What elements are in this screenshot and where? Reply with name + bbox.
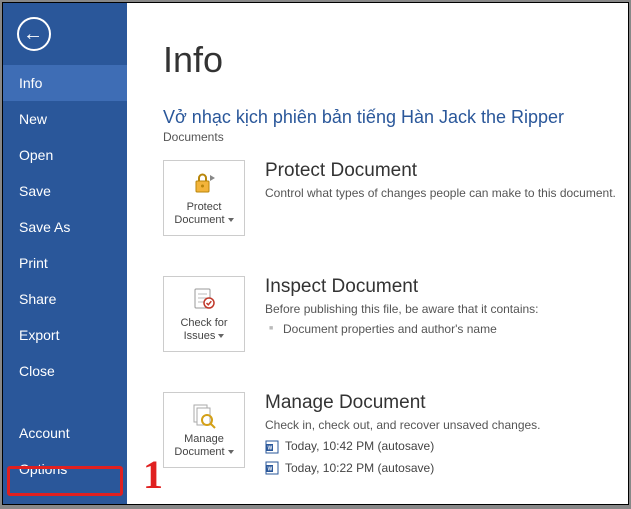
inspect-item: Document properties and author's name <box>265 320 539 339</box>
manage-document-tile[interactable]: Manage Document <box>163 392 245 468</box>
nav-info[interactable]: Info <box>3 65 127 101</box>
manage-desc: Check in, check out, and recover unsaved… <box>265 418 541 432</box>
protect-body: Protect Document Control what types of c… <box>265 160 616 236</box>
nav-spacer <box>3 389 127 415</box>
word-doc-icon: W <box>265 440 279 454</box>
checklist-icon <box>190 285 218 313</box>
svg-text:W: W <box>268 445 273 451</box>
protect-tile-label: Protect Document <box>164 201 244 227</box>
document-location: Documents <box>163 130 628 144</box>
protect-desc: Control what types of changes people can… <box>265 186 616 200</box>
nav-menu: Info New Open Save Save As Print Share E… <box>3 65 127 487</box>
manage-body: Manage Document Check in, check out, and… <box>265 392 541 479</box>
nav-close[interactable]: Close <box>3 353 127 389</box>
inspect-section: Check for Issues Inspect Document Before… <box>163 276 628 352</box>
nav-print[interactable]: Print <box>3 245 127 281</box>
nav-save-as[interactable]: Save As <box>3 209 127 245</box>
protect-section: Protect Document Protect Document Contro… <box>163 160 628 236</box>
protect-heading: Protect Document <box>265 160 616 182</box>
nav-open[interactable]: Open <box>3 137 127 173</box>
backstage-view: ← Info New Open Save Save As Print Share… <box>2 2 629 505</box>
nav-export[interactable]: Export <box>3 317 127 353</box>
inspect-desc: Before publishing this file, be aware th… <box>265 302 539 316</box>
version-label: Today, 10:22 PM (autosave) <box>285 458 434 480</box>
nav-save[interactable]: Save <box>3 173 127 209</box>
nav-share[interactable]: Share <box>3 281 127 317</box>
page-title: Info <box>163 39 628 81</box>
protect-document-tile[interactable]: Protect Document <box>163 160 245 236</box>
version-item[interactable]: W Today, 10:42 PM (autosave) <box>265 436 541 458</box>
content-area: Info Vở nhạc kịch phiên bản tiếng Hàn Ja… <box>127 3 628 504</box>
version-item[interactable]: W Today, 10:22 PM (autosave) <box>265 458 541 480</box>
manage-heading: Manage Document <box>265 392 541 414</box>
manage-tile-label: Manage Document <box>164 433 244 459</box>
check-issues-tile[interactable]: Check for Issues <box>163 276 245 352</box>
document-stack-icon <box>190 401 218 429</box>
word-doc-icon: W <box>265 461 279 475</box>
inspect-items: Document properties and author's name <box>265 320 539 339</box>
version-label: Today, 10:42 PM (autosave) <box>285 436 434 458</box>
lock-icon <box>190 169 218 197</box>
back-arrow-icon: ← <box>23 24 43 44</box>
sidebar: ← Info New Open Save Save As Print Share… <box>3 3 127 504</box>
svg-text:W: W <box>268 467 273 473</box>
check-issues-label: Check for Issues <box>164 317 244 343</box>
nav-options[interactable]: Options <box>3 451 127 487</box>
nav-new[interactable]: New <box>3 101 127 137</box>
nav-account[interactable]: Account <box>3 415 127 451</box>
back-button[interactable]: ← <box>17 17 51 51</box>
inspect-body: Inspect Document Before publishing this … <box>265 276 539 352</box>
version-list: W Today, 10:42 PM (autosave) W Today, 10… <box>265 436 541 479</box>
manage-section: Manage Document Manage Document Check in… <box>163 392 628 479</box>
inspect-heading: Inspect Document <box>265 276 539 298</box>
document-title[interactable]: Vở nhạc kịch phiên bản tiếng Hàn Jack th… <box>163 107 628 128</box>
